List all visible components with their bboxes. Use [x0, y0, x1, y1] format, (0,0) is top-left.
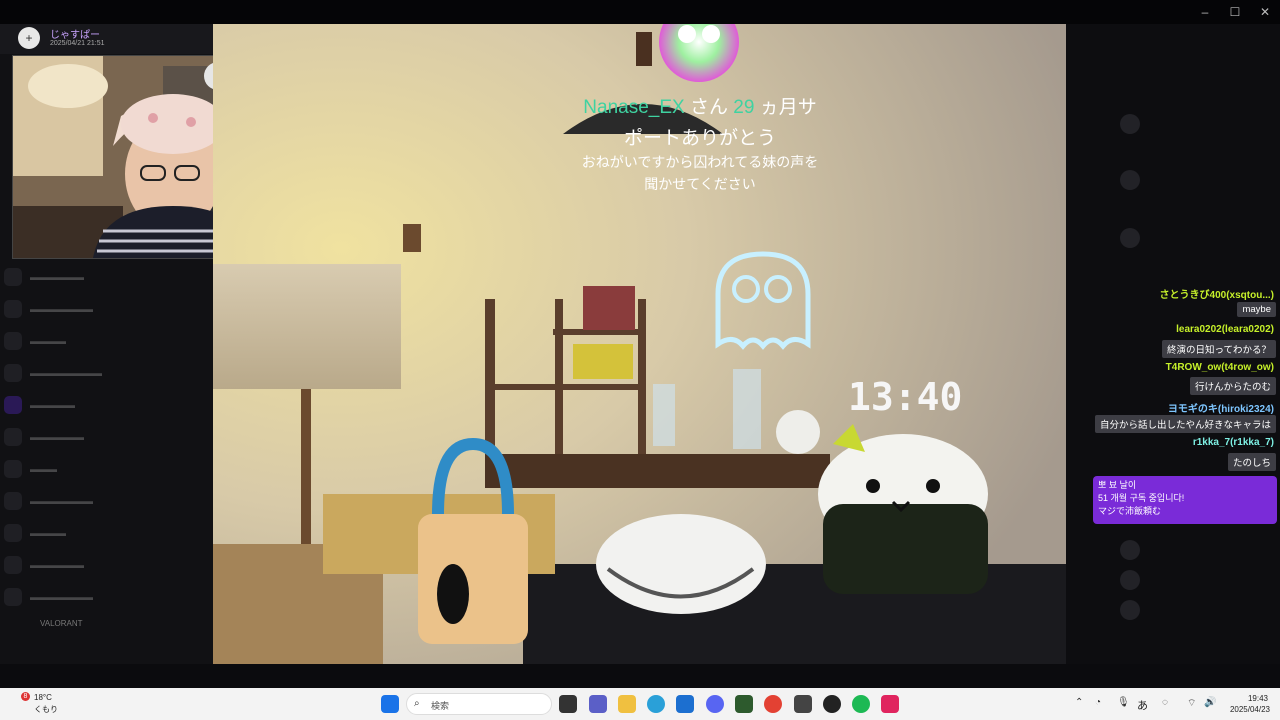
avatar[interactable]: +	[18, 27, 40, 49]
clock-time[interactable]: 19:43	[1240, 694, 1268, 703]
network-icon[interactable]: ◔	[1095, 697, 1101, 708]
window-close-icon[interactable]: ✕	[1250, 0, 1280, 24]
channel-item[interactable]: ▬▬▬▬▬▬▬	[4, 490, 213, 512]
channel-item[interactable]: ▬▬▬▬▬▬▬	[4, 298, 213, 320]
chevron-up-icon[interactable]: ⌃	[1075, 697, 1083, 708]
sender-name[interactable]: じゃすぱー	[50, 26, 100, 41]
mic-icon[interactable]: 🎙	[1117, 697, 1130, 708]
sub-alert-line2: ポートありがとう	[623, 128, 776, 149]
chat-avatar	[1120, 170, 1140, 190]
chat-username[interactable]: ヨモギのキ(hiroki2324)	[1168, 400, 1274, 415]
app-icon[interactable]	[794, 695, 812, 713]
weather-temperature[interactable]: 18°C	[34, 693, 52, 702]
digital-clock: 13:40	[848, 375, 962, 419]
chat-username[interactable]: さとうきび400(xsqtou...)	[1160, 286, 1274, 301]
chat-avatar	[1120, 114, 1140, 134]
teams-icon[interactable]	[589, 695, 607, 713]
channel-item[interactable]: ▬▬▬	[4, 458, 213, 480]
sub-months: 51 개월 구독 중입니다!	[1098, 493, 1185, 503]
task-view-icon[interactable]	[559, 695, 577, 713]
alert-months: 29	[733, 97, 755, 118]
discord-icon[interactable]	[706, 695, 724, 713]
alert-san: さん	[689, 97, 728, 118]
copilot-icon[interactable]: ◌	[1162, 697, 1168, 708]
alert-user: Nanase_EX	[583, 97, 685, 118]
channel-item[interactable]: ▬▬▬▬	[4, 330, 213, 352]
wifi-icon[interactable]: ⌔	[1187, 697, 1196, 710]
search-placeholder: 検索	[431, 701, 450, 711]
chat-message: 行けんからたのむ	[1189, 377, 1276, 395]
spotify-icon[interactable]	[852, 695, 870, 713]
search-input[interactable]	[406, 693, 552, 715]
clock-date[interactable]: 2025/04/23	[1222, 705, 1270, 714]
weather-badge: 8	[21, 692, 30, 701]
chrome-icon[interactable]	[764, 695, 782, 713]
obs-icon[interactable]	[823, 695, 841, 713]
chat-avatar	[1120, 540, 1140, 560]
stream-video[interactable]: 13:40	[213, 24, 1066, 664]
channel-item[interactable]: ▬▬▬▬▬▬▬▬	[4, 362, 213, 384]
file-explorer-icon[interactable]	[618, 695, 636, 713]
edge-icon[interactable]	[647, 695, 665, 713]
windows-start-icon[interactable]	[381, 695, 399, 713]
app-icon[interactable]	[881, 695, 899, 713]
chat-username[interactable]: leara0202(leara0202)	[1176, 324, 1274, 335]
sender-timestamp: 2025/04/21 21:51	[50, 40, 105, 47]
window-controls: – ☐ ✕	[1190, 0, 1280, 24]
chat-avatar	[1120, 570, 1140, 590]
volume-icon[interactable]: 🔊	[1204, 697, 1216, 708]
sub-alert-line1: Nanase_EX さん 29 ヵ月サ	[565, 92, 835, 119]
channel-item[interactable]: ▬▬▬▬	[4, 522, 213, 544]
search-icon: ⌕	[414, 698, 420, 709]
chat-message: 終演の日知ってわかる？	[1161, 340, 1276, 358]
chat-username[interactable]: r1kka_7(r1kka_7)	[1193, 437, 1274, 448]
sub-alert-message: おねがいですから囚われてる妹の声を	[581, 154, 819, 170]
sub-user[interactable]: 뽀 뵤 날이	[1098, 479, 1272, 492]
minimize-icon[interactable]: –	[1190, 0, 1220, 24]
store-icon[interactable]	[676, 695, 694, 713]
chat-message: 自分から話し出したやん好きなキャラは	[1094, 415, 1276, 433]
channel-item[interactable]: ▬▬▬▬▬▬	[4, 266, 213, 288]
channel-item[interactable]: ▬▬▬▬▬	[4, 394, 213, 416]
game-label: VALORANT	[40, 619, 83, 628]
app-icon[interactable]	[735, 695, 753, 713]
chat-message: maybe	[1237, 302, 1276, 317]
weather-condition[interactable]: くもり	[34, 704, 58, 715]
taskbar	[0, 688, 1280, 720]
chat-avatar	[1120, 600, 1140, 620]
sub-alert-message: 聞かせてください	[644, 176, 756, 192]
channel-item[interactable]: ▬▬▬▬▬▬	[4, 426, 213, 448]
sub-message: マジで沛飯頼む	[1098, 506, 1162, 516]
maximize-icon[interactable]: ☐	[1220, 0, 1250, 24]
channel-item[interactable]: ▬▬▬▬▬▬	[4, 554, 213, 576]
channel-item[interactable]: ▬▬▬▬▬▬▬	[4, 586, 213, 608]
chat-message: たのしち	[1227, 453, 1276, 471]
chat-avatar	[1120, 228, 1140, 248]
alert-tail: ヵ月サ	[759, 97, 817, 118]
top-bar	[0, 0, 1280, 24]
chat-username[interactable]: T4ROW_ow(t4row_ow)	[1166, 362, 1274, 373]
ime-indicator[interactable]: あ	[1137, 697, 1148, 713]
subscription-notice: 뽀 뵤 날이 51 개월 구독 중입니다! マジで沛飯頼む	[1093, 476, 1277, 524]
